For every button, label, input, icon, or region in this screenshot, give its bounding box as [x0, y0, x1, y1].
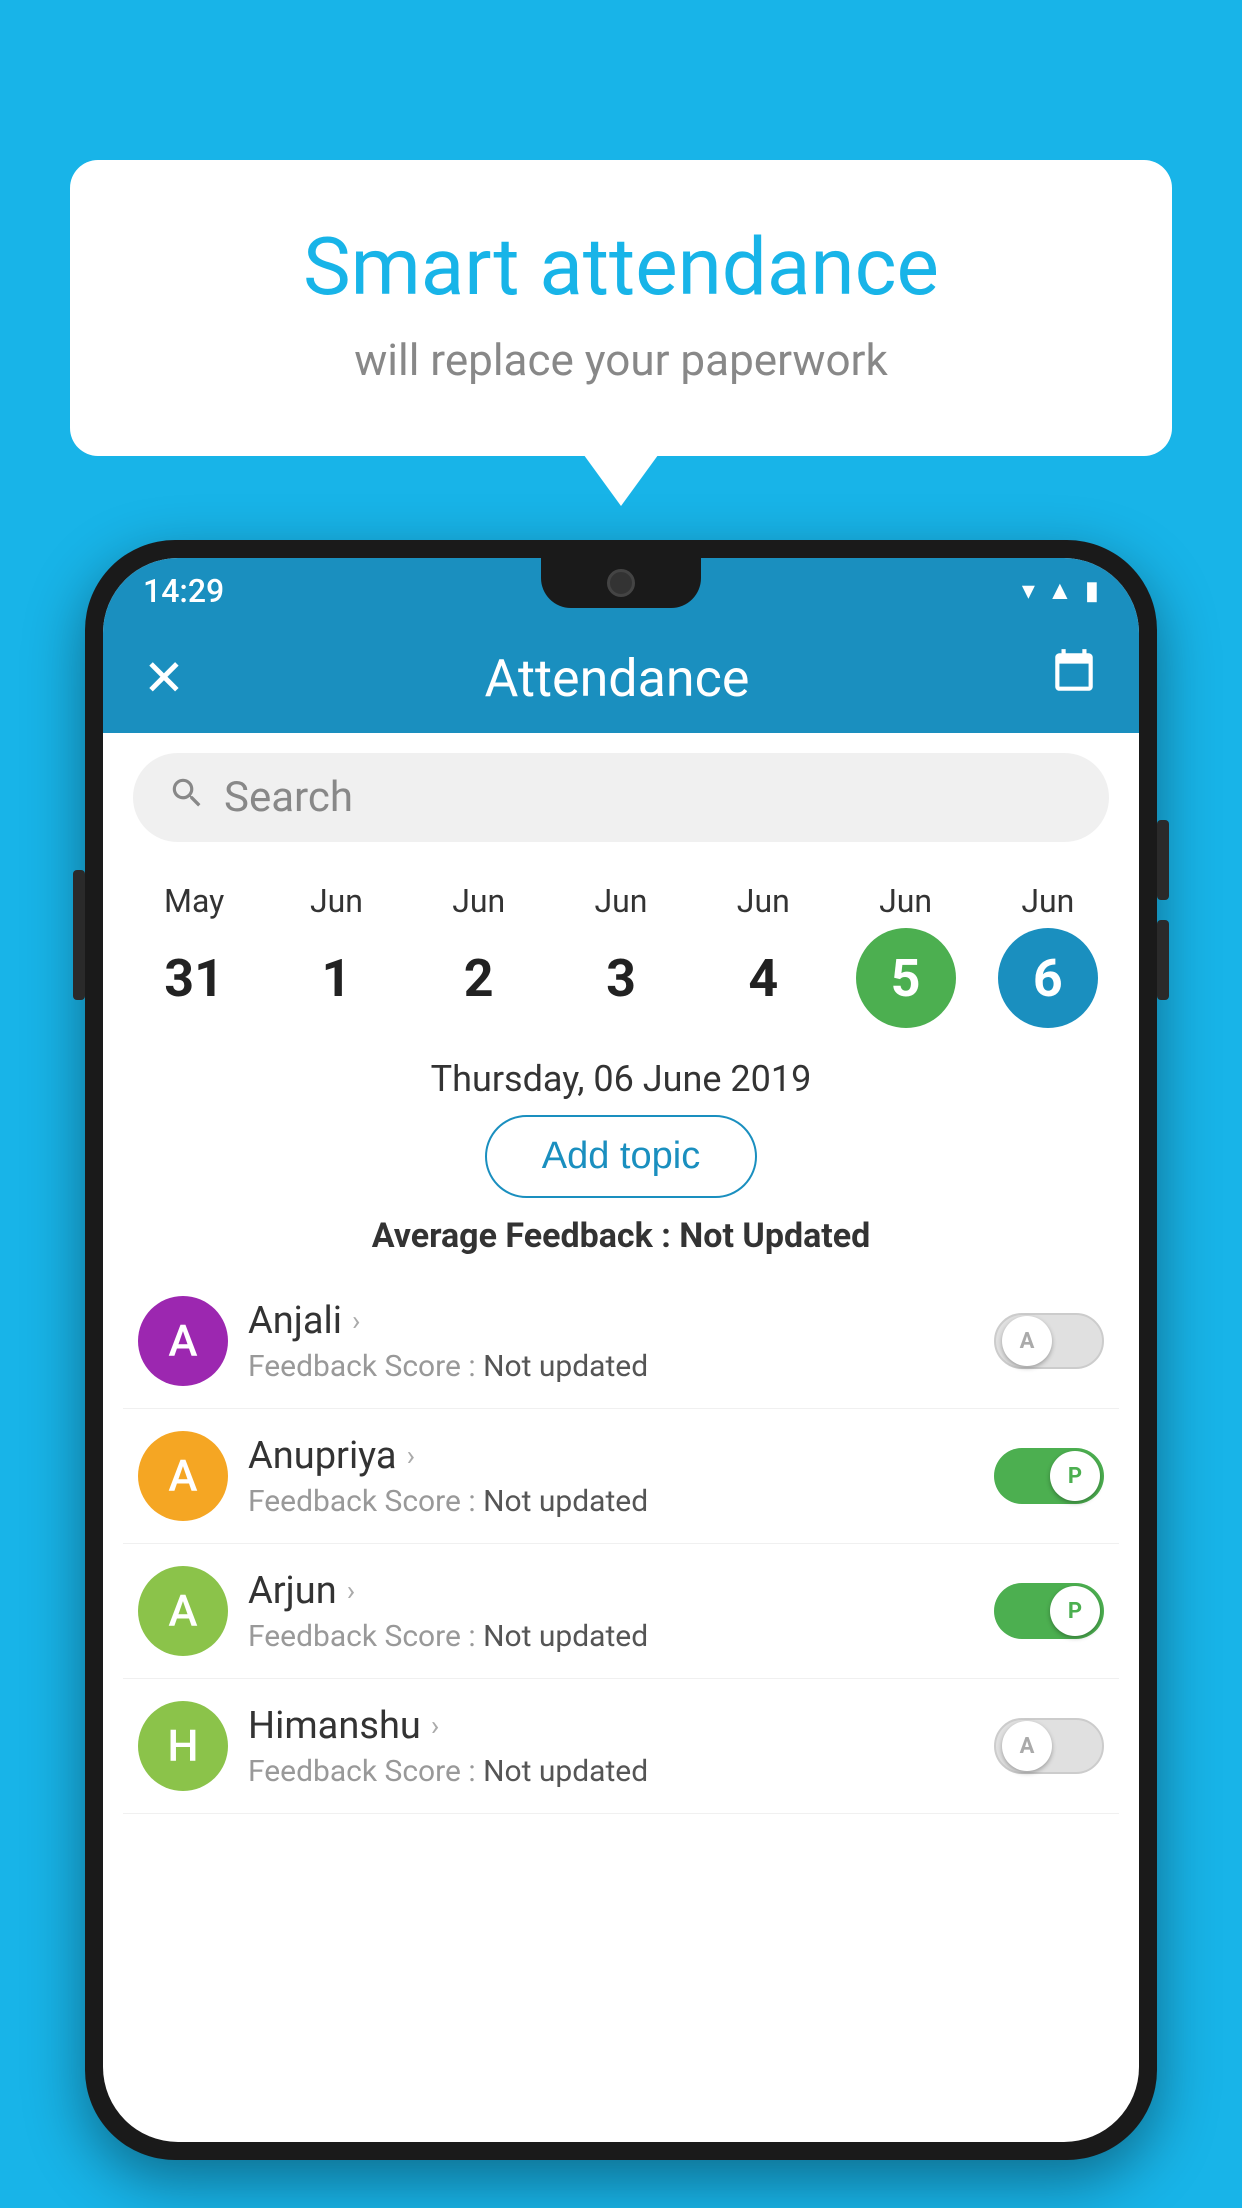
phone-container: 14:29 ▾ ▲ ▮ ✕ Attendance — [85, 540, 1157, 2208]
toggle-himanshu[interactable]: A — [994, 1718, 1104, 1774]
calendar-icon[interactable] — [1049, 647, 1099, 710]
toggle-anjali[interactable]: A — [994, 1313, 1104, 1369]
app-bar: ✕ Attendance — [103, 623, 1139, 733]
chevron-icon: › — [431, 1709, 439, 1742]
chevron-icon: › — [352, 1304, 360, 1337]
cal-day-jun4[interactable]: Jun 4 — [698, 882, 828, 1028]
student-info-himanshu: Himanshu › Feedback Score : Not updated — [248, 1704, 974, 1789]
student-feedback-himanshu: Feedback Score : Not updated — [248, 1754, 974, 1789]
signal-icon: ▲ — [1047, 575, 1073, 606]
student-item-anjali[interactable]: A Anjali › Feedback Score : Not updated … — [123, 1274, 1119, 1409]
phone-outer: 14:29 ▾ ▲ ▮ ✕ Attendance — [85, 540, 1157, 2160]
phone-camera — [607, 569, 635, 597]
speech-bubble-title: Smart attendance — [150, 220, 1092, 314]
avatar-himanshu: H — [138, 1701, 228, 1791]
search-input[interactable]: Search — [224, 773, 353, 822]
volume-up-button — [1157, 820, 1169, 900]
cal-day-jun2[interactable]: Jun 2 — [414, 882, 544, 1028]
student-list: A Anjali › Feedback Score : Not updated … — [103, 1274, 1139, 1814]
student-item-himanshu[interactable]: H Himanshu › Feedback Score : Not update… — [123, 1679, 1119, 1814]
cal-day-jun3[interactable]: Jun 3 — [556, 882, 686, 1028]
add-topic-button[interactable]: Add topic — [485, 1115, 757, 1198]
speech-bubble-container: Smart attendance will replace your paper… — [70, 160, 1172, 456]
phone-notch — [541, 558, 701, 608]
toggle-arjun[interactable]: P — [994, 1583, 1104, 1639]
power-button — [73, 870, 85, 1000]
student-item-anupriya[interactable]: A Anupriya › Feedback Score : Not update… — [123, 1409, 1119, 1544]
speech-bubble-subtitle: will replace your paperwork — [150, 334, 1092, 386]
student-name-himanshu: Himanshu › — [248, 1704, 974, 1748]
avatar-anjali: A — [138, 1296, 228, 1386]
cal-day-jun5[interactable]: Jun 5 — [841, 882, 971, 1028]
cal-day-jun1[interactable]: Jun 1 — [271, 882, 401, 1028]
search-bar[interactable]: Search — [133, 753, 1109, 842]
student-name-anupriya: Anupriya › — [248, 1434, 974, 1478]
average-feedback: Average Feedback : Not Updated — [103, 1198, 1139, 1274]
wifi-icon: ▾ — [1022, 576, 1035, 606]
chevron-icon: › — [407, 1439, 415, 1472]
avg-feedback-label: Average Feedback : — [372, 1216, 680, 1256]
search-icon — [168, 774, 206, 822]
toggle-knob-anupriya: P — [1050, 1451, 1100, 1501]
status-time: 14:29 — [143, 572, 224, 610]
student-feedback-anjali: Feedback Score : Not updated — [248, 1349, 974, 1384]
speech-bubble: Smart attendance will replace your paper… — [70, 160, 1172, 456]
student-info-arjun: Arjun › Feedback Score : Not updated — [248, 1569, 974, 1654]
app-bar-title: Attendance — [484, 648, 749, 709]
toggle-knob-himanshu: A — [1002, 1721, 1052, 1771]
student-item-arjun[interactable]: A Arjun › Feedback Score : Not updated P — [123, 1544, 1119, 1679]
status-icons: ▾ ▲ ▮ — [1022, 575, 1099, 606]
toggle-knob-anjali: A — [1002, 1316, 1052, 1366]
selected-date-label: Thursday, 06 June 2019 — [103, 1038, 1139, 1115]
student-feedback-anupriya: Feedback Score : Not updated — [248, 1484, 974, 1519]
avatar-anupriya: A — [138, 1431, 228, 1521]
cal-day-jun6[interactable]: Jun 6 — [983, 882, 1113, 1028]
calendar-row: May 31 Jun 1 Jun 2 Jun 3 Jun 4 — [103, 862, 1139, 1038]
student-feedback-arjun: Feedback Score : Not updated — [248, 1619, 974, 1654]
student-info-anjali: Anjali › Feedback Score : Not updated — [248, 1299, 974, 1384]
student-name-arjun: Arjun › — [248, 1569, 974, 1613]
battery-icon: ▮ — [1085, 576, 1099, 606]
phone-screen: 14:29 ▾ ▲ ▮ ✕ Attendance — [103, 558, 1139, 2142]
volume-down-button — [1157, 920, 1169, 1000]
toggle-anupriya[interactable]: P — [994, 1448, 1104, 1504]
student-info-anupriya: Anupriya › Feedback Score : Not updated — [248, 1434, 974, 1519]
chevron-icon: › — [347, 1574, 355, 1607]
student-name-anjali: Anjali › — [248, 1299, 974, 1343]
toggle-knob-arjun: P — [1050, 1586, 1100, 1636]
cal-day-may31[interactable]: May 31 — [129, 882, 259, 1028]
avg-feedback-value: Not Updated — [679, 1216, 870, 1256]
close-icon[interactable]: ✕ — [143, 649, 185, 708]
avatar-arjun: A — [138, 1566, 228, 1656]
